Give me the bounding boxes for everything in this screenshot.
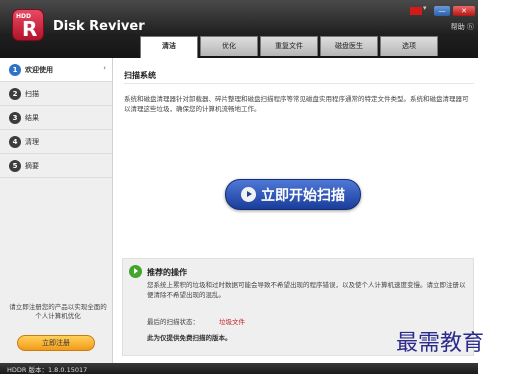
status-bar: HDDR 版本：1.8.0.15017 <box>0 363 478 374</box>
sidebar-item-label: 清理 <box>25 137 39 146</box>
watermark-text: 最需教育 <box>396 331 485 356</box>
title-bar: HDD R Disk Reviver — ✕ 帮助 ⓗ 清洁 优化 重复文件 磁… <box>0 0 478 58</box>
last-scan-status-label: 最后的扫描状态： <box>147 318 199 326</box>
step-number: 1 <box>9 63 21 76</box>
tab-options[interactable]: 选项 <box>380 36 438 56</box>
version-label: HDDR 版本：1.8.0.15017 <box>7 366 88 374</box>
play-icon <box>241 187 256 202</box>
app-window: HDD R Disk Reviver — ✕ 帮助 ⓗ 清洁 优化 重复文件 磁… <box>0 0 516 374</box>
sidebar-item-label: 欢迎使用 <box>25 65 53 74</box>
language-flag-icon[interactable] <box>410 4 427 15</box>
sidebar-item-label: 扫描 <box>25 89 39 98</box>
sidebar-item-welcome[interactable]: 1 欢迎使用 › <box>0 58 112 82</box>
tab-clean[interactable]: 清洁 <box>140 36 198 58</box>
minimize-button[interactable]: — <box>434 6 450 16</box>
sidebar-item-label: 摘要 <box>25 161 39 170</box>
register-promo-text: 请立即注册您的产品以实现全面的个人计算机优化 <box>9 303 107 320</box>
free-version-note: 此为仅提供免费扫描的版本。 <box>147 334 232 342</box>
tab-disk-doctor[interactable]: 磁盘医生 <box>320 36 378 56</box>
app-title: Disk Reviver <box>53 19 145 34</box>
scan-description: 系统和磁盘清理器针对卸载器、碎片整理和磁盘扫描程序等常见磁盘实用程序通常的特定文… <box>124 95 469 113</box>
sidebar: 1 欢迎使用 › 2 扫描 3 结果 4 清理 5 摘要 请立即注册您的产品以实… <box>0 58 113 363</box>
sidebar-item-results[interactable]: 3 结果 <box>0 106 112 130</box>
step-number: 3 <box>9 111 21 124</box>
arrow-right-circle-icon <box>129 265 142 278</box>
logo-letter: R <box>22 17 38 41</box>
recommended-title: 推荐的操作 <box>147 268 187 277</box>
help-link[interactable]: 帮助 ⓗ <box>451 22 474 32</box>
close-button[interactable]: ✕ <box>453 6 475 16</box>
tab-optimize[interactable]: 优化 <box>200 36 258 56</box>
start-scan-label: 立即开始扫描 <box>261 187 345 204</box>
sidebar-item-summary[interactable]: 5 摘要 <box>0 154 112 178</box>
start-scan-button[interactable]: 立即开始扫描 <box>225 179 361 210</box>
tab-duplicate-files[interactable]: 重复文件 <box>260 36 318 56</box>
sidebar-item-label: 结果 <box>25 113 39 122</box>
step-number: 4 <box>9 135 21 148</box>
app-logo: HDD R <box>12 9 44 41</box>
recommended-text: 您系统上累积的垃圾和过时数据可能会导致不希望出现的程序错误，以及使个人计算机速度… <box>147 281 466 299</box>
divider <box>124 83 474 84</box>
page-title: 扫描系统 <box>124 71 156 80</box>
step-number: 2 <box>9 87 21 100</box>
last-scan-status-value: 垃圾文件 <box>219 318 245 326</box>
sidebar-item-cleanup[interactable]: 4 清理 <box>0 130 112 154</box>
window-controls: — ✕ <box>410 4 475 16</box>
chevron-right-icon: › <box>103 64 106 72</box>
step-number: 5 <box>9 159 21 172</box>
main-tabs: 清洁 优化 重复文件 磁盘医生 选项 <box>140 36 440 58</box>
register-now-button[interactable]: 立即注册 <box>17 335 95 351</box>
main-panel: 扫描系统 系统和磁盘清理器针对卸载器、碎片整理和磁盘扫描程序等常见磁盘实用程序通… <box>114 58 478 363</box>
sidebar-item-scan[interactable]: 2 扫描 <box>0 82 112 106</box>
